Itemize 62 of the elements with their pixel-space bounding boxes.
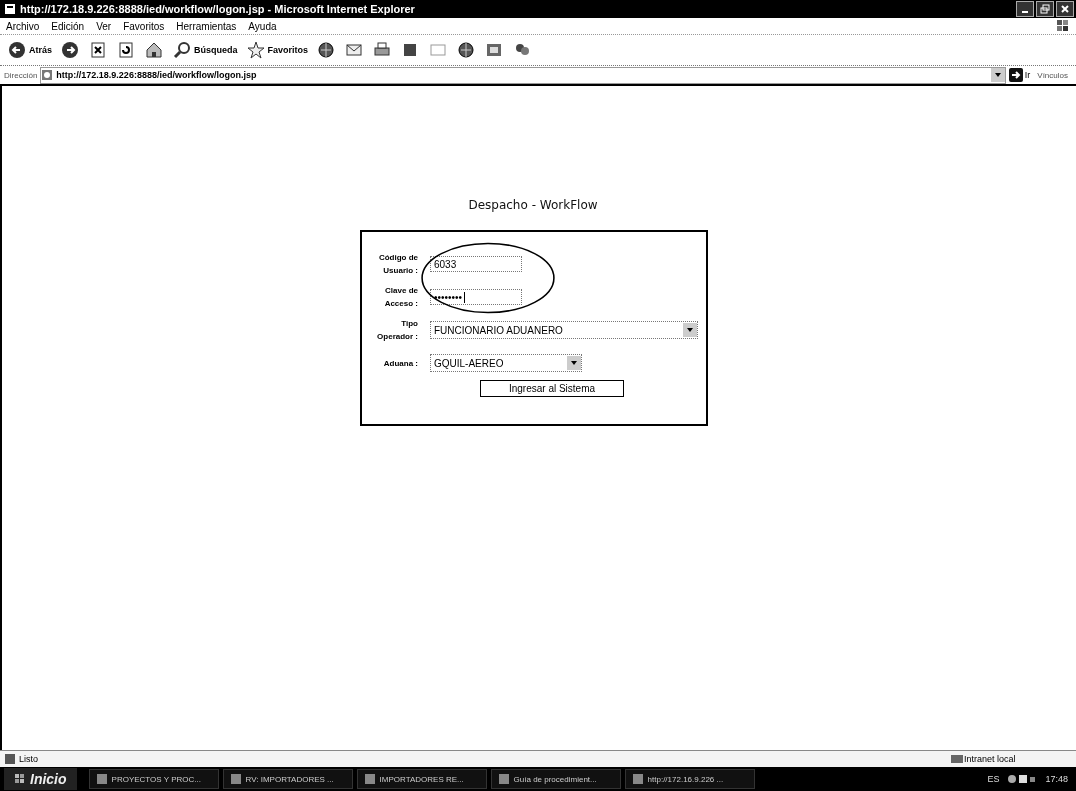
status-text: Listo	[19, 754, 38, 764]
taskbar-window-button[interactable]: IMPORTADORES RE...	[356, 769, 487, 789]
arrow-icon	[1008, 68, 1023, 82]
taskbar-window-button[interactable]: PROYECTOS Y PROC...	[88, 769, 219, 789]
menu-item[interactable]: Herramientas	[176, 20, 237, 32]
search-icon	[172, 40, 192, 60]
taskbar-window-button[interactable]: http://172.16.9.226 ...	[624, 769, 755, 789]
start-button[interactable]: Inicio	[4, 768, 77, 790]
select-field[interactable]: FUNCIONARIO ADUANERO	[430, 321, 698, 339]
refresh-icon	[116, 40, 136, 60]
menu-item[interactable]: Favoritos	[123, 20, 165, 32]
select-field[interactable]: GQUIL-AEREO	[430, 354, 582, 372]
favorites-button[interactable]: Favoritos	[244, 40, 310, 60]
home-icon	[144, 40, 164, 60]
windows-logo-icon	[1056, 19, 1070, 33]
window-icon	[497, 773, 510, 785]
close-icon	[1060, 4, 1070, 14]
globe-icon	[456, 40, 477, 60]
search-button[interactable]: Búsqueda	[171, 40, 239, 60]
minimize-icon	[1022, 11, 1028, 13]
menu-item[interactable]: Edición	[51, 20, 85, 32]
menu-item[interactable]: Ver	[96, 20, 112, 32]
window-icon	[631, 773, 644, 785]
restore-button[interactable]	[1036, 1, 1054, 17]
forward-icon	[60, 40, 80, 60]
address-label: Dirección	[4, 70, 38, 80]
windows-logo-icon	[14, 773, 26, 785]
window-icon	[229, 773, 242, 785]
forward-button[interactable]	[59, 40, 81, 60]
go-button[interactable]: Ir	[1008, 68, 1031, 82]
address-field[interactable]: http://172.18.9.226:8888/ied/workflow/logon.jsp	[40, 66, 1006, 84]
favorites-icon	[245, 40, 266, 60]
window-icon	[95, 773, 108, 785]
back-button[interactable]: Atrás	[6, 40, 53, 60]
window-title: http://172.18.9.226:8888/ied/workflow/logon.jsp - Microsoft Internet Explorer	[20, 3, 415, 15]
field-label: Aduana :	[382, 357, 418, 370]
stop-icon	[88, 40, 108, 60]
field-label: Tipo Operador :	[376, 318, 418, 343]
clock-text: 17:48	[1045, 774, 1068, 784]
security-zone-text: Intranet local	[964, 754, 1017, 764]
field-label: Clave de Acceso :	[383, 285, 418, 310]
language-indicator: ES	[987, 774, 1000, 784]
taskbar-window-button[interactable]: Guía de procedimient...	[490, 769, 621, 789]
menu-item[interactable]: Ayuda	[248, 20, 277, 32]
links-label[interactable]: Vínculos	[1037, 70, 1068, 80]
username-field[interactable]: 6033	[430, 256, 522, 272]
page-icon	[4, 753, 16, 765]
restore-icon	[1040, 4, 1050, 14]
home-button[interactable]	[143, 40, 165, 60]
history-icon	[316, 40, 337, 60]
minimize-button[interactable]	[1016, 1, 1034, 17]
field-label: Código de Usuario :	[377, 252, 418, 277]
page-icon	[41, 69, 54, 81]
page-icon	[4, 3, 16, 15]
login-button[interactable]: Ingresar al Sistema	[480, 380, 624, 397]
close-button[interactable]	[1056, 1, 1074, 17]
taskbar-window-button[interactable]: RV: IMPORTADORES ...	[222, 769, 353, 789]
page-title: Despacho - WorkFlow	[468, 198, 598, 212]
window-icon	[363, 773, 376, 785]
menu-item[interactable]: Archivo	[6, 20, 40, 32]
password-field[interactable]: ••••••••	[430, 289, 522, 305]
back-icon	[7, 40, 27, 60]
